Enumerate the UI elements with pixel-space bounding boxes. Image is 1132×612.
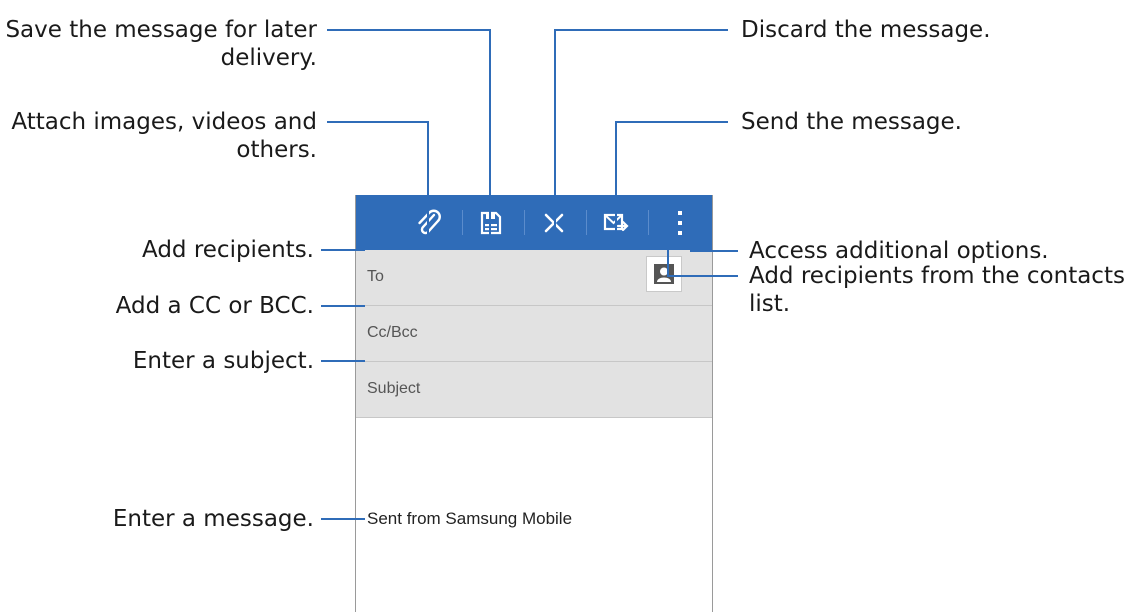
add-cc-callout: Add a CC or BCC. bbox=[115, 293, 314, 319]
send-callout-line bbox=[615, 121, 728, 237]
enter-message-callout: Enter a message. bbox=[112, 506, 314, 532]
enter-subject-callout: Enter a subject. bbox=[132, 348, 314, 374]
contacts-callout-line1: Add recipients from the contacts bbox=[749, 263, 1125, 289]
attach-callout-line2: others. bbox=[236, 137, 317, 163]
send-callout: Send the message. bbox=[741, 109, 962, 135]
save-callout-line bbox=[327, 29, 491, 237]
save-callout-line2: delivery. bbox=[220, 45, 317, 71]
save-callout-line1: Save the message for later bbox=[5, 17, 317, 43]
contacts-callout: Add recipients from the contacts list. bbox=[749, 262, 1125, 318]
attach-callout-line1: Attach images, videos and bbox=[11, 109, 317, 135]
discard-callout: Discard the message. bbox=[741, 17, 991, 43]
contacts-callout-line bbox=[667, 250, 738, 277]
attach-callout-line bbox=[327, 121, 429, 237]
more-options-callout: Access additional options. bbox=[749, 238, 1049, 264]
discard-callout-line bbox=[554, 29, 728, 237]
contacts-callout-line2: list. bbox=[749, 291, 791, 317]
add-recipients-callout: Add recipients. bbox=[141, 237, 314, 263]
save-callout: Save the message for later delivery. bbox=[5, 16, 317, 72]
attach-callout: Attach images, videos and others. bbox=[11, 108, 317, 164]
